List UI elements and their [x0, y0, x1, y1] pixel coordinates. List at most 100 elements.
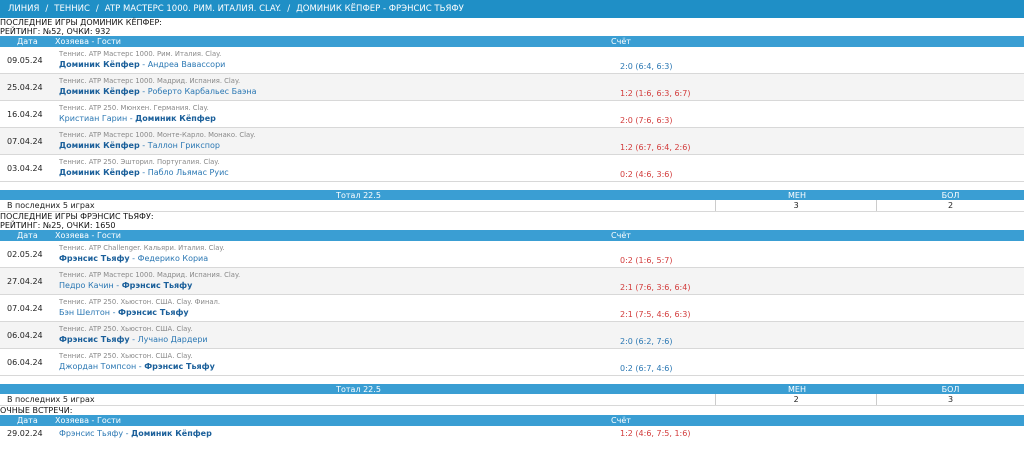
count-label: В последних 5 играх: [0, 394, 717, 405]
match-players[interactable]: Фрэнсис Тьяфу - Доминик Кёпфер: [59, 428, 620, 439]
section-title: ПОСЛЕДНИЕ ИГРЫ ФРЭНСИС ТЬЯФУ:: [0, 212, 154, 221]
away-player[interactable]: Лучано Дардери: [138, 335, 208, 344]
away-player[interactable]: Доминик Кёпфер: [131, 429, 212, 438]
tournament-label: Теннис. ATP 250. Мюнхен. Германия. Clay.: [59, 104, 209, 112]
header-score: Счёт: [611, 231, 631, 240]
home-player[interactable]: Доминик Кёпфер: [59, 60, 140, 69]
breadcrumb-match[interactable]: ДОМИНИК КЁПФЕР - ФРЭНСИС ТЬЯФУ: [296, 4, 464, 14]
player-separator: -: [139, 87, 148, 96]
home-player[interactable]: Кристиан Гарин: [59, 114, 127, 123]
match-teams: Теннис. ATP 250. Эшторил. Португалия. Cl…: [55, 158, 620, 178]
men-count: 3: [716, 200, 878, 211]
match-players[interactable]: Доминик Кёпфер - Андреа Вавассори: [59, 59, 620, 70]
player-separator: -: [139, 168, 148, 177]
home-player[interactable]: Доминик Кёпфер: [59, 168, 140, 177]
match-score: 0:2 (4:6, 3:6): [620, 169, 673, 179]
breadcrumb-tournament[interactable]: ATP МАСТЕРС 1000. РИМ. ИТАЛИЯ. CLAY.: [105, 4, 281, 14]
match-players[interactable]: Бэн Шелтон - Фрэнсис Тьяфу: [59, 307, 620, 318]
match-players[interactable]: Джордан Томпсон - Фрэнсис Тьяфу: [59, 361, 620, 372]
home-player[interactable]: Педро Качин: [59, 281, 114, 290]
table-header: Дата Хозяева - Гости Счёт: [0, 230, 1024, 241]
player-separator: -: [123, 428, 132, 438]
table-row[interactable]: 03.04.24 Теннис. ATP 250. Эшторил. Португ…: [0, 155, 1024, 182]
match-list: 09.05.24 Теннис. ATP Мастерс 1000. Рим. И…: [0, 47, 1024, 182]
match-teams: Теннис. ATP Challenger. Кальяри. Италия.…: [55, 244, 620, 264]
section-title: ОЧНЫЕ ВСТРЕЧИ:: [0, 406, 73, 415]
match-date: 03.04.24: [7, 163, 43, 173]
match-date: 25.04.24: [7, 82, 43, 92]
home-player[interactable]: Фрэнсис Тьяфу: [59, 254, 130, 263]
table-row[interactable]: 02.05.24 Теннис. ATP Challenger. Кальяри.…: [0, 241, 1024, 268]
table-header: Дата Хозяева - Гости Счёт: [0, 36, 1024, 47]
tournament-label: Теннис. ATP 250. Хьюстон. США. Clay.: [59, 325, 193, 333]
match-date: 06.04.24: [7, 357, 43, 367]
count-row: В последних 5 играх 3 2: [0, 200, 1024, 212]
header-date: Дата: [17, 231, 38, 240]
header-teams: Хозяева - Гости: [55, 231, 121, 240]
table-row[interactable]: 06.04.24 Теннис. ATP 250. Хьюстон. США. C…: [0, 322, 1024, 349]
bol-label: БОЛ: [941, 190, 960, 200]
table-row[interactable]: 16.04.24 Теннис. ATP 250. Мюнхен. Германи…: [0, 101, 1024, 128]
home-player[interactable]: Доминик Кёпфер: [59, 87, 140, 96]
tournament-label: Теннис. ATP Мастерс 1000. Мадрид. Испани…: [59, 271, 241, 279]
match-players[interactable]: Доминик Кёпфер - Пабло Льямас Руис: [59, 167, 620, 178]
men-label: МЕН: [788, 384, 806, 394]
match-teams: Теннис. ATP 250. Мюнхен. Германия. Clay.…: [55, 104, 620, 124]
match-players[interactable]: Доминик Кёпфер - Таллон Грикспор: [59, 140, 620, 151]
home-player[interactable]: Бэн Шелтон: [59, 308, 110, 317]
away-player[interactable]: Роберто Карбальес Баэна: [148, 87, 257, 96]
bol-label: БОЛ: [941, 384, 960, 394]
rating-info: РЕЙТИНГ: №52, ОЧКИ: 932: [0, 27, 111, 36]
count-label: В последних 5 играх: [0, 200, 717, 211]
table-row[interactable]: 07.04.24 Теннис. ATP 250. Хьюстон. США. C…: [0, 295, 1024, 322]
total-bar: Тотал 22.5 МЕН БОЛ: [0, 384, 1024, 394]
match-score: 0:2 (6:7, 4:6): [620, 363, 673, 373]
away-player[interactable]: Таллон Грикспор: [148, 141, 220, 150]
table-row[interactable]: 07.04.24 Теннис. ATP Мастерс 1000. Монте-…: [0, 128, 1024, 155]
player-separator: -: [129, 335, 138, 344]
breadcrumb-tennis[interactable]: ТЕННИС: [54, 4, 90, 14]
match-score: 2:1 (7:6, 3:6, 6:4): [620, 282, 691, 292]
match-score: 1:2 (4:6, 7:5, 1:6): [620, 428, 691, 438]
breadcrumb-line[interactable]: ЛИНИЯ: [8, 4, 39, 14]
table-row[interactable]: 06.04.24 Теннис. ATP 250. Хьюстон. США. C…: [0, 349, 1024, 376]
total-bar: Тотал 22.5 МЕН БОЛ: [0, 190, 1024, 200]
away-player[interactable]: Фрэнсис Тьяфу: [122, 281, 193, 290]
home-player[interactable]: Доминик Кёпфер: [59, 141, 140, 150]
away-player[interactable]: Фрэнсис Тьяфу: [118, 308, 189, 317]
total-label: Тотал 22.5: [336, 384, 381, 394]
player-separator: -: [139, 60, 148, 69]
away-player[interactable]: Андреа Вавассори: [148, 60, 226, 69]
table-row[interactable]: 29.02.24 Фрэнсис Тьяфу - Доминик Кёпфер 1:…: [0, 426, 1024, 440]
home-player[interactable]: Джордан Томпсон: [59, 362, 136, 371]
match-players[interactable]: Фрэнсис Тьяфу - Лучано Дардери: [59, 334, 620, 345]
match-teams: Фрэнсис Тьяфу - Доминик Кёпфер: [55, 428, 620, 439]
match-date: 29.02.24: [7, 428, 43, 438]
player-separator: -: [139, 141, 148, 150]
away-player[interactable]: Фрэнсис Тьяфу: [144, 362, 215, 371]
table-row[interactable]: 09.05.24 Теннис. ATP Мастерс 1000. Рим. И…: [0, 47, 1024, 74]
match-teams: Теннис. ATP Мастерс 1000. Мадрид. Испани…: [55, 77, 620, 97]
match-players[interactable]: Кристиан Гарин - Доминик Кёпфер: [59, 113, 620, 124]
header-score: Счёт: [611, 416, 631, 425]
header-date: Дата: [17, 37, 38, 46]
match-players[interactable]: Педро Качин - Фрэнсис Тьяфу: [59, 280, 620, 291]
home-player[interactable]: Фрэнсис Тьяфу: [59, 429, 123, 438]
count-row: В последних 5 играх 2 3: [0, 394, 1024, 406]
table-row[interactable]: 25.04.24 Теннис. ATP Мастерс 1000. Мадрид…: [0, 74, 1024, 101]
away-player[interactable]: Доминик Кёпфер: [135, 114, 216, 123]
match-players[interactable]: Фрэнсис Тьяфу - Федерико Кориа: [59, 253, 620, 264]
tournament-label: Теннис. ATP Мастерс 1000. Монте-Карло. М…: [59, 131, 256, 139]
table-header: Дата Хозяева - Гости Счёт: [0, 415, 1024, 426]
match-score: 2:0 (7:6, 6:3): [620, 115, 673, 125]
match-players[interactable]: Доминик Кёпфер - Роберто Карбальес Баэна: [59, 86, 620, 97]
match-teams: Теннис. ATP Мастерс 1000. Мадрид. Испани…: [55, 271, 620, 291]
home-player[interactable]: Фрэнсис Тьяфу: [59, 335, 130, 344]
match-teams: Теннис. ATP Мастерс 1000. Монте-Карло. М…: [55, 131, 620, 151]
header-date: Дата: [17, 416, 38, 425]
away-player[interactable]: Федерико Кориа: [138, 254, 209, 263]
table-row[interactable]: 27.04.24 Теннис. ATP Мастерс 1000. Мадрид…: [0, 268, 1024, 295]
match-list: 29.02.24 Фрэнсис Тьяфу - Доминик Кёпфер 1:…: [0, 426, 1024, 440]
away-player[interactable]: Пабло Льямас Руис: [148, 168, 229, 177]
breadcrumb-sep: /: [287, 4, 291, 14]
